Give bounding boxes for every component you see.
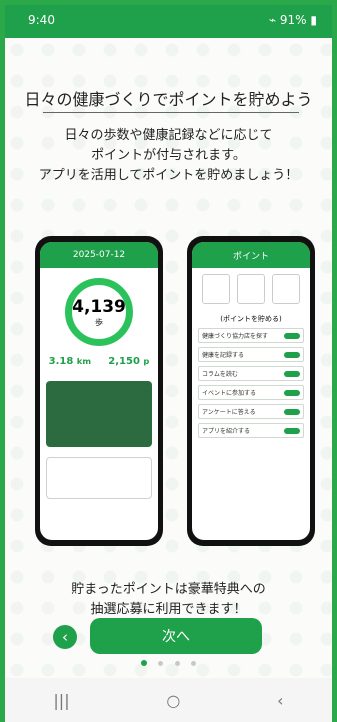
chevron-left-icon: ‹: [62, 628, 68, 646]
page-dot: [141, 660, 148, 666]
page-dot: [174, 661, 180, 666]
page-dot: [158, 661, 164, 666]
android-nav-bar: ||| ○ ‹: [5, 678, 332, 722]
caption: 貯まったポイントは豪華特典への 抽選応募に利用できます！: [71, 582, 266, 617]
next-button[interactable]: 次へ: [90, 618, 262, 654]
menu-row: アンケートに答える: [198, 404, 304, 419]
home-icon[interactable]: ○: [166, 691, 180, 710]
menu-row: コラムを読む: [198, 366, 304, 381]
steps-ring: 4,139 歩: [65, 278, 133, 346]
onboarding-content: 日々の健康づくりでポイントを貯めよう 日々の歩数や健康記録などに応じて ポイント…: [5, 38, 332, 678]
points-subhead: (ポイントを貯める): [220, 315, 282, 323]
page-title: 日々の健康づくりでポイントを貯めよう: [24, 90, 313, 109]
back-button[interactable]: ‹: [53, 625, 77, 649]
back-icon[interactable]: ‹: [277, 691, 283, 710]
menu-row: 健康づくり協力店を探す: [198, 328, 304, 343]
page-dot: [190, 661, 196, 666]
signal-icon: ⌁: [268, 13, 280, 27]
title-underline: [43, 112, 299, 113]
points-header: ポイント: [192, 242, 310, 268]
date-header: 2025-07-12: [40, 242, 158, 268]
description: 日々の歩数や健康記録などに応じて ポイントが付与されます。 アプリを活用してポイ…: [38, 128, 299, 183]
stats-row: 3.18 km 2,150 p: [48, 356, 150, 367]
menu-row: 健康を記録する: [198, 347, 304, 362]
battery-icon: ▮: [310, 13, 317, 27]
status-battery: ⌁ 91% ▮: [268, 13, 317, 27]
menu-row: イベントに参加する: [198, 385, 304, 400]
phone-mockup-steps: 2025-07-12 4,139 歩 3.18 km 2,150 p: [35, 236, 163, 546]
status-bar: 9:40 ⌁ 91% ▮: [0, 0, 337, 38]
recent-apps-icon[interactable]: |||: [53, 691, 69, 710]
screen: 9:40 ⌁ 91% ▮ 日々の健康づくりでポイントを貯めよう 日々の歩数や健康…: [0, 0, 337, 722]
menu-row: アプリを紹介する: [198, 423, 304, 438]
status-time: 9:40: [28, 13, 55, 27]
notice-card: [46, 457, 152, 499]
phone-mockup-points: ポイント (ポイントを貯める) 健康づくり協力店を探す 健康を記録する コラムを…: [187, 236, 315, 546]
points-shortcuts: [198, 274, 304, 306]
page-indicator: [5, 651, 332, 670]
banner-image: [46, 381, 152, 447]
